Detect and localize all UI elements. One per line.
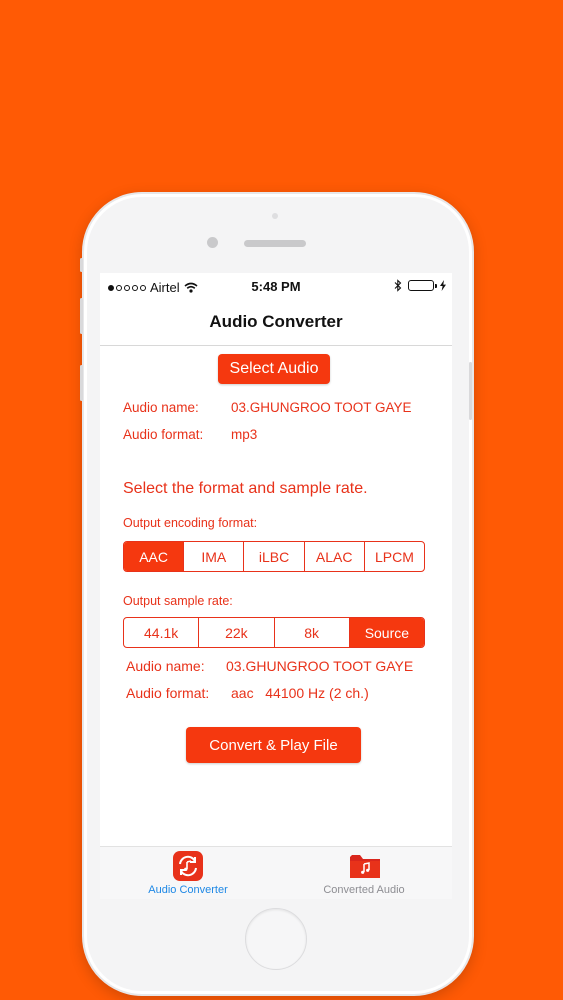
source-name-label: Audio name: bbox=[123, 400, 199, 415]
status-bar: Airtel 5:48 PM bbox=[100, 273, 452, 299]
output-format-label: Audio format: bbox=[126, 685, 210, 701]
encoding-option-alac[interactable]: ALAC bbox=[303, 542, 364, 571]
power-button bbox=[469, 362, 472, 420]
status-right bbox=[394, 279, 446, 292]
page-title: Audio Converter bbox=[209, 312, 343, 331]
encoding-option-aac[interactable]: AAC bbox=[124, 542, 184, 571]
app-screen: Airtel 5:48 PM Audio Converter Select Au… bbox=[100, 273, 452, 899]
source-audio-info: Audio name: 03.GHUNGROO TOOT GAYE Audio … bbox=[123, 400, 443, 445]
sample-rate-label: Output sample rate: bbox=[123, 594, 233, 608]
source-format-value: mp3 bbox=[231, 427, 258, 442]
navigation-bar: Audio Converter bbox=[100, 299, 452, 346]
format-instruction: Select the format and sample rate. bbox=[123, 480, 368, 497]
tab-converted-audio[interactable]: Converted Audio bbox=[276, 851, 452, 896]
sample-rate-option-22k[interactable]: 22k bbox=[198, 618, 273, 647]
volume-up-button bbox=[80, 298, 83, 334]
silent-switch bbox=[80, 258, 83, 272]
tab-audio-converter[interactable]: Audio Converter bbox=[100, 851, 276, 896]
output-format-value: aac 44100 Hz (2 ch.) bbox=[231, 685, 369, 701]
sample-rate-option-44k[interactable]: 44.1k bbox=[124, 618, 198, 647]
home-button[interactable] bbox=[245, 908, 307, 970]
front-camera bbox=[207, 237, 218, 248]
earpiece-speaker bbox=[244, 240, 306, 247]
bluetooth-icon bbox=[394, 279, 402, 292]
tab-label-audio-converter: Audio Converter bbox=[148, 884, 228, 896]
encoding-format-selector: AAC IMA iLBC ALAC LPCM bbox=[123, 541, 425, 572]
select-audio-button[interactable]: Select Audio bbox=[218, 354, 330, 384]
tab-label-converted-audio: Converted Audio bbox=[323, 884, 405, 896]
source-name-value: 03.GHUNGROO TOOT GAYE bbox=[231, 400, 412, 415]
charging-bolt-icon bbox=[440, 280, 446, 291]
output-audio-info: Audio name: 03.GHUNGROO TOOT GAYE Audio … bbox=[126, 658, 446, 708]
tab-bar: Audio Converter Converted Audio bbox=[100, 846, 452, 899]
music-folder-icon bbox=[349, 851, 380, 881]
encoding-option-lpcm[interactable]: LPCM bbox=[363, 542, 424, 571]
sample-rate-selector: 44.1k 22k 8k Source bbox=[123, 617, 425, 648]
encoding-option-ima[interactable]: IMA bbox=[183, 542, 243, 571]
source-format-label: Audio format: bbox=[123, 427, 204, 442]
sample-rate-option-8k[interactable]: 8k bbox=[273, 618, 349, 647]
convert-play-button[interactable]: Convert & Play File bbox=[186, 727, 361, 763]
volume-down-button bbox=[80, 365, 83, 401]
output-name-label: Audio name: bbox=[126, 658, 205, 674]
encoding-option-ilbc[interactable]: iLBC bbox=[243, 542, 303, 571]
sample-rate-option-source[interactable]: Source bbox=[348, 618, 424, 647]
encoding-format-label: Output encoding format: bbox=[123, 516, 258, 530]
output-name-value: 03.GHUNGROO TOOT GAYE bbox=[226, 658, 414, 674]
audio-convert-icon bbox=[173, 851, 203, 881]
battery-icon bbox=[408, 280, 437, 291]
proximity-sensor bbox=[272, 213, 278, 219]
